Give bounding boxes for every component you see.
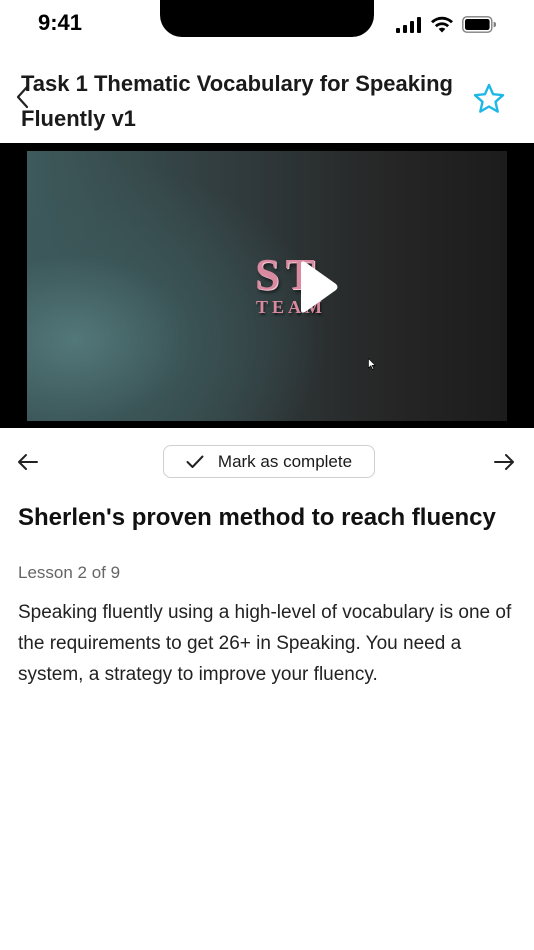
status-bar: 9:41 bbox=[0, 0, 534, 50]
nav-header: Task 1 Thematic Vocabulary for Speaking … bbox=[0, 62, 534, 142]
device-notch bbox=[160, 0, 374, 37]
page-title: Task 1 Thematic Vocabulary for Speaking … bbox=[21, 71, 453, 131]
video-thumbnail[interactable]: ST TEAM bbox=[27, 151, 507, 421]
cellular-signal-icon bbox=[396, 16, 421, 33]
lesson-progress: Lesson 2 of 9 bbox=[18, 563, 121, 582]
play-icon[interactable] bbox=[296, 259, 340, 315]
status-icons bbox=[396, 16, 496, 33]
lesson-title: Sherlen's proven method to reach fluency bbox=[18, 504, 496, 531]
mouse-cursor-icon bbox=[368, 358, 376, 370]
mark-complete-button[interactable]: Mark as complete bbox=[163, 445, 375, 478]
arrow-left-icon[interactable] bbox=[16, 450, 40, 474]
mark-complete-label: Mark as complete bbox=[217, 451, 353, 471]
video-player[interactable]: ST TEAM bbox=[0, 143, 534, 428]
lesson-description: Speaking fluently using a high-level of … bbox=[18, 602, 512, 685]
battery-icon bbox=[462, 16, 496, 33]
star-outline-icon[interactable] bbox=[472, 82, 506, 116]
arrow-right-icon[interactable] bbox=[492, 450, 516, 474]
check-icon bbox=[186, 455, 204, 468]
wifi-icon bbox=[431, 16, 453, 33]
status-time: 9:41 bbox=[38, 10, 83, 35]
